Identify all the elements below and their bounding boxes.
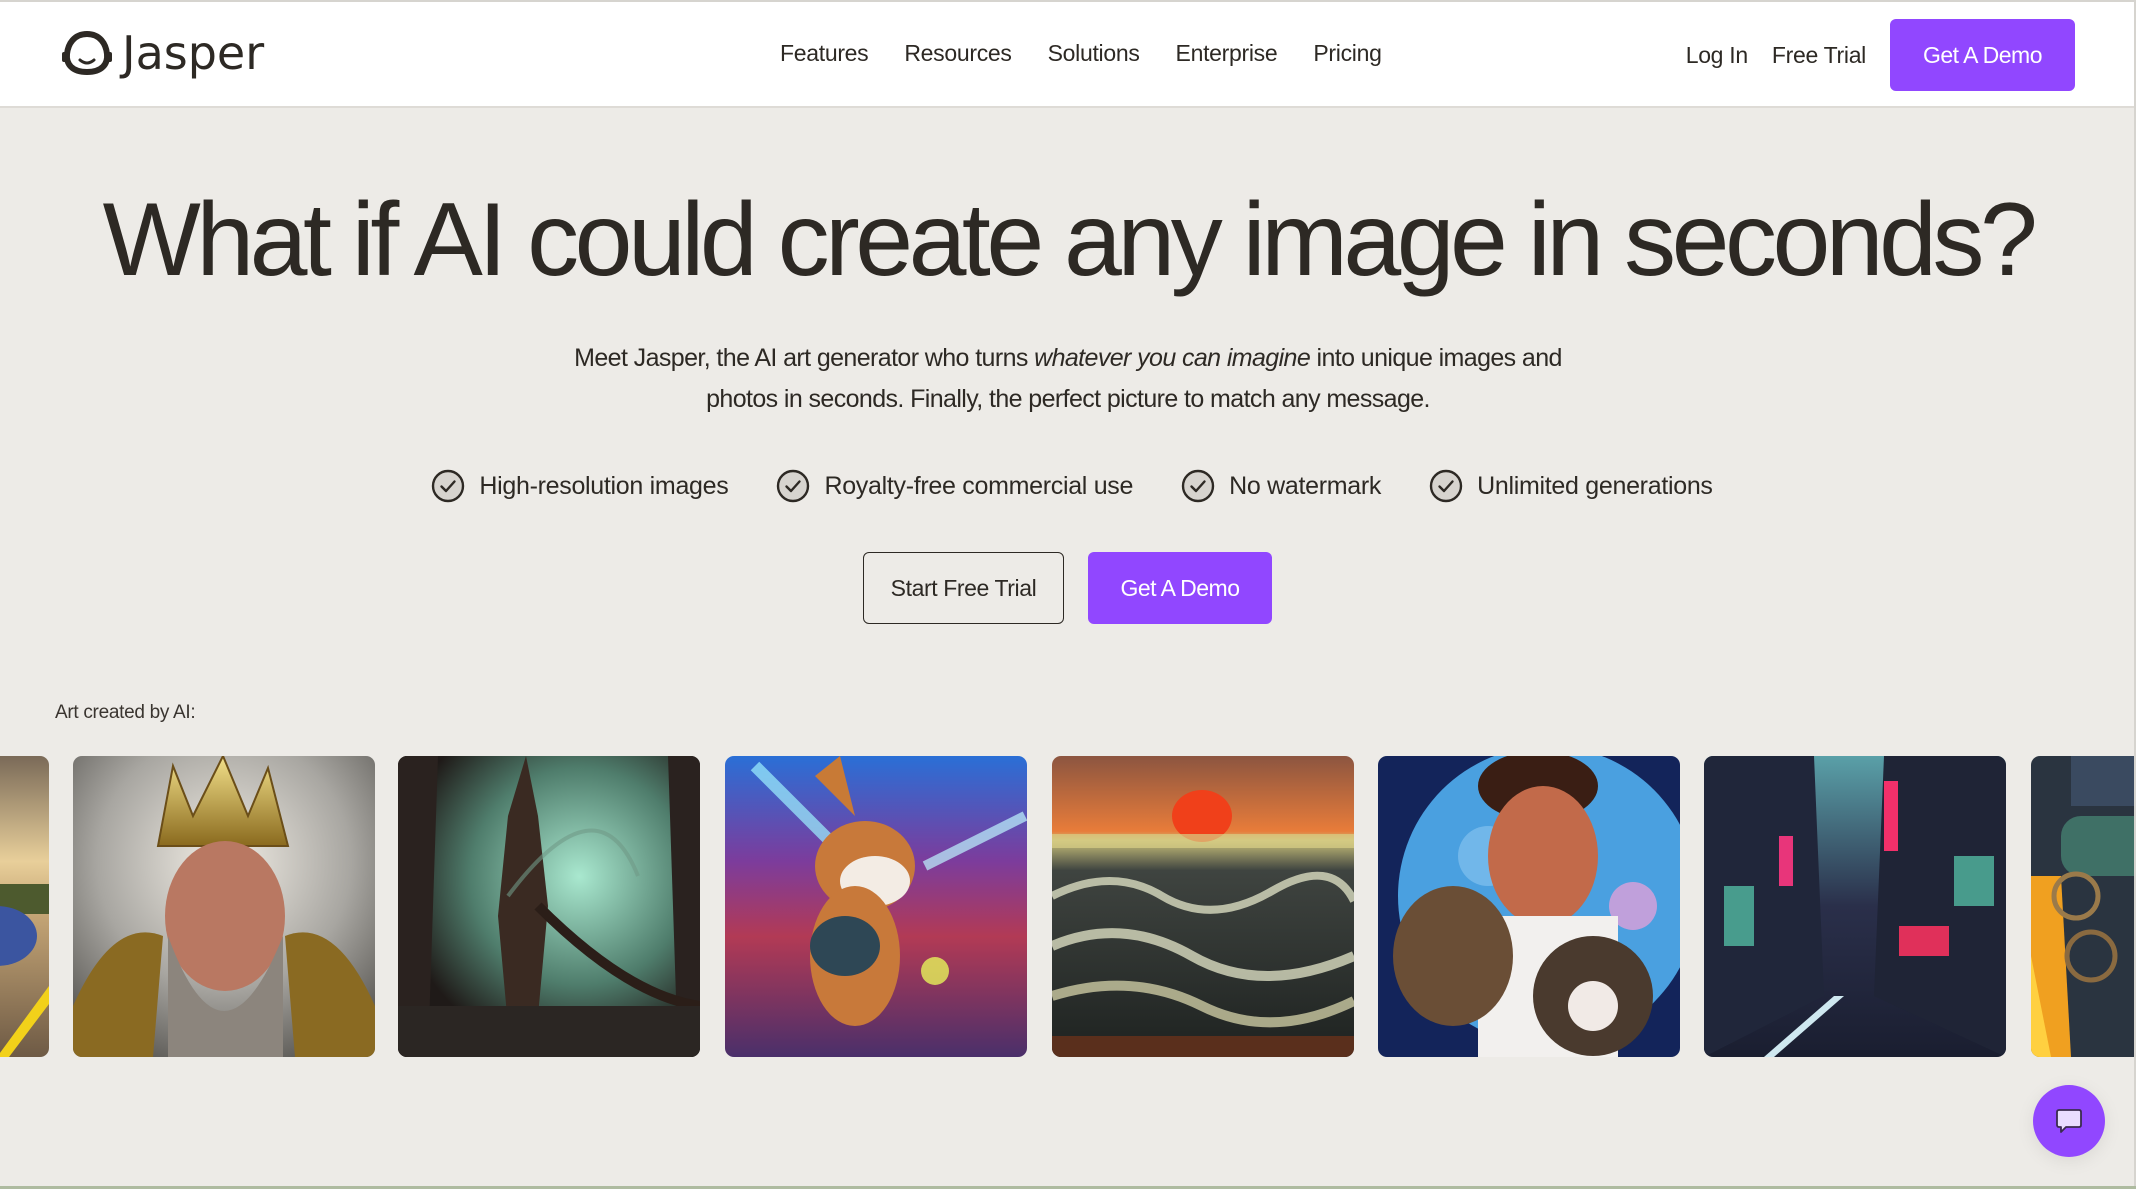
gallery-image-celtic[interactable] [2031, 756, 2136, 1057]
car-road-image [0, 756, 49, 1057]
ocean-sunset-image [1052, 756, 1354, 1057]
check-circle-icon [777, 469, 810, 503]
gallery-image-car[interactable] [0, 756, 49, 1057]
gallery-image-kittens[interactable] [1378, 756, 1680, 1057]
chat-launcher-button[interactable] [2033, 1085, 2105, 1157]
nav-resources[interactable]: Resources [904, 36, 1012, 70]
window-top-border [0, 0, 2136, 2]
neon-street-image [1704, 756, 2006, 1057]
header-actions: Log In Free Trial Get A Demo [1686, 19, 2075, 91]
feature-label: Royalty-free commercial use [824, 472, 1134, 500]
feature-item: High-resolution images [431, 466, 729, 506]
brand-logo[interactable]: Jasper [60, 28, 264, 78]
header-get-demo-button[interactable]: Get A Demo [1890, 19, 2075, 91]
brand-name: Jasper [122, 26, 265, 80]
feature-item: Unlimited generations [1429, 466, 1713, 506]
gallery-image-creature[interactable] [398, 756, 700, 1057]
ai-art-gallery[interactable] [0, 756, 2136, 1058]
celtic-portrait-image [2031, 756, 2136, 1057]
get-demo-button[interactable]: Get A Demo [1088, 552, 1272, 624]
running-corgi-image [725, 756, 1027, 1057]
crowned-king-image [73, 756, 375, 1057]
feature-label: No watermark [1229, 472, 1382, 500]
gallery-label: Art created by AI: [55, 702, 196, 723]
hero-cta-group: Start Free Trial Get A Demo [863, 552, 1272, 624]
check-circle-icon [432, 469, 465, 503]
gallery-image-corgi[interactable] [725, 756, 1027, 1057]
man-with-kittens-image [1378, 756, 1680, 1057]
chat-bubble-icon [2056, 1109, 2082, 1133]
gallery-image-king[interactable] [73, 756, 375, 1057]
feature-item: No watermark [1181, 466, 1381, 506]
check-circle-icon [1181, 469, 1215, 503]
start-free-trial-button[interactable]: Start Free Trial [863, 552, 1064, 624]
login-link[interactable]: Log In [1686, 19, 1748, 91]
gallery-image-ocean[interactable] [1052, 756, 1354, 1057]
subtitle-text-start: Meet Jasper, the AI art generator who tu… [574, 344, 1035, 372]
check-circle-icon [1429, 469, 1463, 503]
feature-list: High-resolution images Royalty-free comm… [0, 466, 2136, 506]
subtitle-emphasis: whatever you can imagine [1034, 344, 1311, 372]
gallery-image-cyberpunk[interactable] [1704, 756, 2006, 1057]
nav-features[interactable]: Features [780, 36, 869, 70]
feature-item: Royalty-free commercial use [776, 466, 1133, 506]
forest-creature-image [398, 756, 700, 1057]
nav-pricing[interactable]: Pricing [1313, 36, 1382, 70]
free-trial-link[interactable]: Free Trial [1772, 19, 1866, 91]
feature-label: Unlimited generations [1477, 472, 1713, 500]
jasper-logo-icon [62, 30, 112, 76]
hero-headline: What if AI could create any image in sec… [102, 182, 2038, 298]
main-nav: Features Resources Solutions Enterprise … [780, 36, 1382, 70]
feature-label: High-resolution images [479, 472, 729, 500]
hero-subtitle: Meet Jasper, the AI art generator who tu… [560, 338, 1576, 420]
nav-enterprise[interactable]: Enterprise [1176, 36, 1278, 70]
site-header: Jasper Features Resources Solutions Ente… [0, 0, 2136, 108]
nav-solutions[interactable]: Solutions [1048, 36, 1140, 70]
